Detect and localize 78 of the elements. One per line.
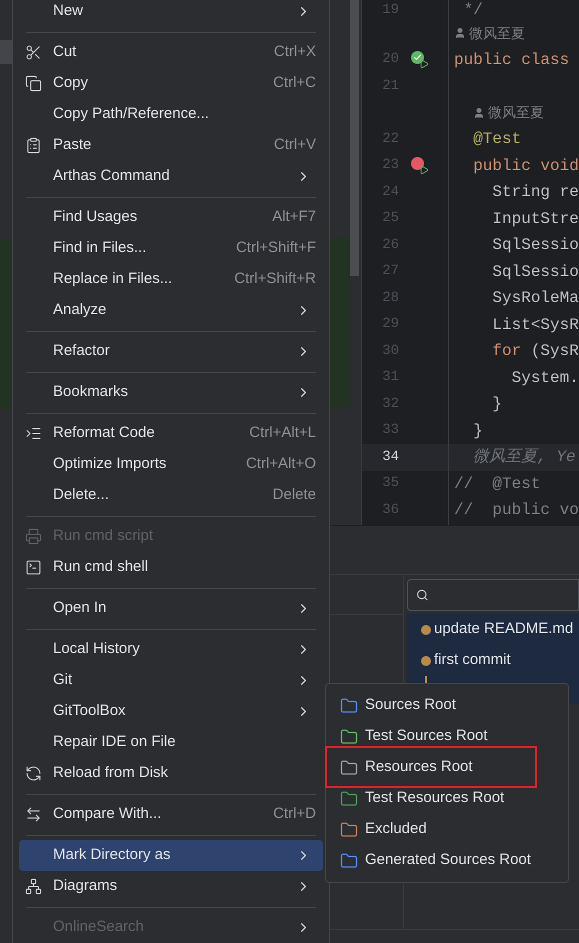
menu-item[interactable]: Test Sources Root	[326, 721, 568, 752]
run-failed-icon[interactable]	[411, 156, 429, 175]
menu-item[interactable]: Compare With... Ctrl+D	[13, 799, 329, 830]
person-icon	[473, 106, 486, 119]
run-passed-icon[interactable]	[411, 50, 429, 69]
menu-item[interactable]: Delete... Delete	[13, 480, 329, 511]
menu-item[interactable]: Replace in Files... Ctrl+Shift+R	[13, 264, 329, 295]
commit-message: update README.md	[434, 619, 574, 640]
menu-item[interactable]: Diagrams	[13, 871, 329, 902]
code-line: InputStre	[491, 208, 579, 230]
code-line: SqlSessio	[491, 235, 579, 256]
menu-item[interactable]: Bookmarks	[13, 377, 329, 408]
search-icon	[416, 588, 429, 602]
menu-item[interactable]: Arthas Command	[13, 161, 329, 192]
shortcut: Delete	[272, 485, 316, 506]
line-number: 34	[381, 448, 399, 467]
shortcut: Alt+F7	[272, 207, 316, 228]
code-line: String re	[491, 182, 579, 204]
code-line: 微风至夏, Ye	[472, 447, 576, 468]
indent-icon	[25, 425, 42, 442]
code-line: @Test	[472, 129, 522, 150]
menu-item[interactable]: Find in Files... Ctrl+Shift+F	[13, 233, 329, 264]
shortcut: Ctrl+Alt+L	[249, 423, 316, 444]
code-line: }	[472, 420, 483, 442]
code-line: // public vo	[454, 500, 579, 522]
menu-item[interactable]: GitToolBox	[13, 696, 329, 727]
menu-item[interactable]: Refactor	[13, 336, 329, 367]
code-line: }	[491, 394, 502, 416]
menu-item[interactable]: Reload from Disk	[13, 758, 329, 789]
diagram-icon	[25, 878, 42, 895]
search-field[interactable]	[407, 579, 579, 611]
code-line: for (SysR	[491, 341, 579, 362]
code-line: SqlSessio	[491, 262, 579, 283]
code-line: System.	[510, 368, 579, 389]
menu-item[interactable]: Optimize Imports Ctrl+Alt+O	[13, 449, 329, 480]
menu-item[interactable]: Cut Ctrl+X	[13, 37, 329, 68]
menu-item[interactable]: Copy Path/Reference...	[13, 99, 329, 130]
clipboard-icon	[25, 137, 42, 154]
code-line: public void	[472, 156, 579, 177]
menu-item[interactable]: Excluded	[326, 814, 568, 845]
code-line: public class	[454, 50, 570, 71]
shortcut: Ctrl+D	[273, 804, 316, 824]
shortcut: Ctrl+X	[274, 42, 316, 62]
author-name: 微风至夏	[488, 103, 544, 122]
menu-item[interactable]: Reformat Code Ctrl+Alt+L	[13, 418, 329, 449]
shortcut: Ctrl+Shift+F	[236, 238, 316, 258]
menu-item[interactable]: Repair IDE on File	[13, 727, 329, 758]
menu-item[interactable]: Test Resources Root	[326, 783, 568, 814]
refresh-icon	[25, 765, 42, 782]
menu-item[interactable]: Mark Directory as	[19, 840, 323, 871]
menu-item[interactable]: Sources Root	[326, 690, 568, 721]
menu-item[interactable]: Analyze	[13, 295, 329, 326]
code-line: // @Test	[454, 474, 540, 495]
code-line: SysRoleMa	[491, 288, 579, 310]
code-line: List<SysR	[491, 314, 579, 336]
menu-item[interactable]: Git	[13, 665, 329, 696]
menu-item[interactable]: Copy Ctrl+C	[13, 68, 329, 99]
person-icon	[454, 27, 466, 40]
shortcut: Ctrl+Shift+R	[234, 269, 316, 290]
menu-item[interactable]: Run cmd shell	[13, 552, 329, 583]
copy-icon	[25, 75, 42, 92]
shortcut: Ctrl+Alt+O	[246, 454, 316, 474]
author-name: 微风至夏	[469, 24, 525, 43]
menu-item[interactable]: Generated Sources Root	[326, 845, 568, 876]
menu-item[interactable]: New	[13, 0, 329, 27]
terminal-icon	[25, 559, 42, 576]
printer-icon	[25, 528, 42, 545]
arrows-icon	[25, 806, 42, 823]
menu-item[interactable]: Find Usages Alt+F7	[13, 202, 329, 233]
commit-message: first commit	[434, 650, 511, 670]
code-line: */	[462, 1, 483, 19]
menu-item[interactable]: Resources Root	[326, 752, 568, 783]
shortcut: Ctrl+C	[273, 73, 316, 94]
menu-item[interactable]: Open In	[13, 593, 329, 624]
scissors-icon	[25, 44, 42, 61]
menu-item[interactable]: Paste Ctrl+V	[13, 130, 329, 161]
shortcut: Ctrl+V	[274, 135, 316, 156]
menu-item[interactable]: Local History	[13, 634, 329, 665]
